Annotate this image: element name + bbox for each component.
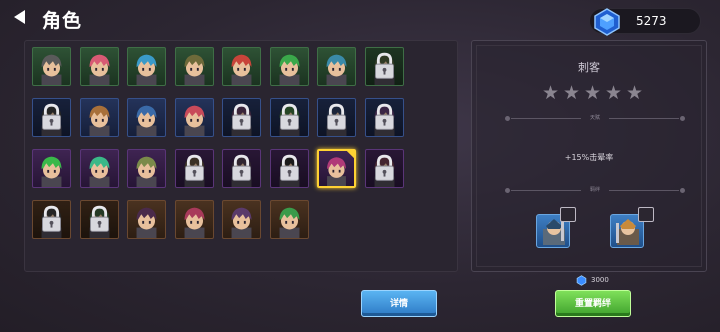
bond-slot-2[interactable] <box>638 207 654 222</box>
lock-icon <box>232 154 251 181</box>
page-title: 角色 <box>42 10 83 32</box>
lock-icon <box>232 103 251 130</box>
character-slot[interactable] <box>317 149 356 188</box>
currency-display: 5273 <box>589 8 701 36</box>
star-icon: ★ <box>542 82 560 104</box>
lock-icon <box>89 205 109 232</box>
star-icon: ★ <box>584 82 602 104</box>
character-slot[interactable] <box>222 98 261 137</box>
character-slot[interactable] <box>269 200 309 239</box>
gem-icon <box>576 275 587 286</box>
character-slot[interactable] <box>32 149 71 188</box>
back-icon[interactable] <box>14 10 25 24</box>
character-portrait <box>136 105 157 136</box>
character-portrait <box>89 54 109 85</box>
bond-cost-amount: 3000 <box>591 276 609 284</box>
character-slot[interactable] <box>364 47 404 86</box>
character-slot[interactable] <box>222 149 261 188</box>
character-portrait <box>326 54 347 85</box>
character-slot[interactable] <box>174 200 214 239</box>
character-portrait <box>184 54 204 85</box>
character-slot[interactable] <box>222 47 261 86</box>
character-slot[interactable] <box>174 47 214 86</box>
talent-divider: 天赋 <box>505 114 685 124</box>
lock-icon <box>374 154 394 181</box>
details-button[interactable]: 详情 <box>361 290 437 317</box>
character-slot[interactable] <box>79 149 119 188</box>
character-portrait <box>231 54 252 85</box>
character-slot[interactable] <box>79 200 119 239</box>
character-slot[interactable] <box>127 98 166 137</box>
star-icon: ★ <box>605 82 623 104</box>
character-slot[interactable] <box>269 149 309 188</box>
character-slot[interactable] <box>79 47 119 86</box>
character-info-panel: 刺客 ★ ★ ★ ★ ★ 天赋 +15%击晕率 羁绊 <box>471 40 707 272</box>
reset-bond-button[interactable]: 重置羁绊 <box>555 290 631 317</box>
character-slot[interactable] <box>127 149 166 188</box>
currency-amount: 5273 <box>636 14 667 28</box>
lock-icon <box>42 103 61 130</box>
lock-icon <box>42 205 61 232</box>
character-portrait <box>279 207 299 238</box>
character-slot[interactable] <box>127 200 166 239</box>
character-slot[interactable] <box>317 47 356 86</box>
character-portrait <box>89 156 109 187</box>
star-icon: ★ <box>626 82 644 104</box>
character-slot[interactable] <box>222 200 261 239</box>
character-slot[interactable] <box>32 98 71 137</box>
character-portrait <box>89 105 109 136</box>
bond-divider: 羁绊 <box>505 186 685 196</box>
selection-corner-icon <box>346 151 354 159</box>
character-portrait <box>136 54 157 85</box>
character-slot[interactable] <box>79 98 119 137</box>
character-slot[interactable] <box>174 149 214 188</box>
bond-cost: 3000 <box>571 275 631 287</box>
lock-icon <box>327 103 346 130</box>
character-portrait <box>41 156 62 187</box>
character-grid <box>24 40 458 272</box>
talent-effect: +15%击晕率 <box>564 153 614 162</box>
character-slot[interactable] <box>32 200 71 239</box>
character-slot[interactable] <box>174 98 214 137</box>
character-portrait <box>279 54 299 85</box>
lock-icon <box>279 154 299 181</box>
character-class-name: 刺客 <box>578 61 600 74</box>
bond-slot-1[interactable] <box>560 207 576 222</box>
character-slot[interactable] <box>269 98 309 137</box>
character-slot[interactable] <box>364 149 404 188</box>
character-portrait <box>136 207 157 238</box>
lock-icon <box>279 103 299 130</box>
star-icon: ★ <box>563 82 581 104</box>
character-slot[interactable] <box>317 98 356 137</box>
lock-icon <box>374 52 394 79</box>
character-slot[interactable] <box>269 47 309 86</box>
character-portrait <box>184 105 204 136</box>
lock-icon <box>374 103 394 130</box>
character-portrait <box>41 54 62 85</box>
gem-icon <box>594 8 620 36</box>
character-portrait <box>231 207 252 238</box>
character-portrait <box>184 207 204 238</box>
lock-icon <box>184 154 204 181</box>
character-portrait <box>136 156 157 187</box>
character-slot[interactable] <box>32 47 71 86</box>
character-slot[interactable] <box>127 47 166 86</box>
character-slot[interactable] <box>364 98 404 137</box>
